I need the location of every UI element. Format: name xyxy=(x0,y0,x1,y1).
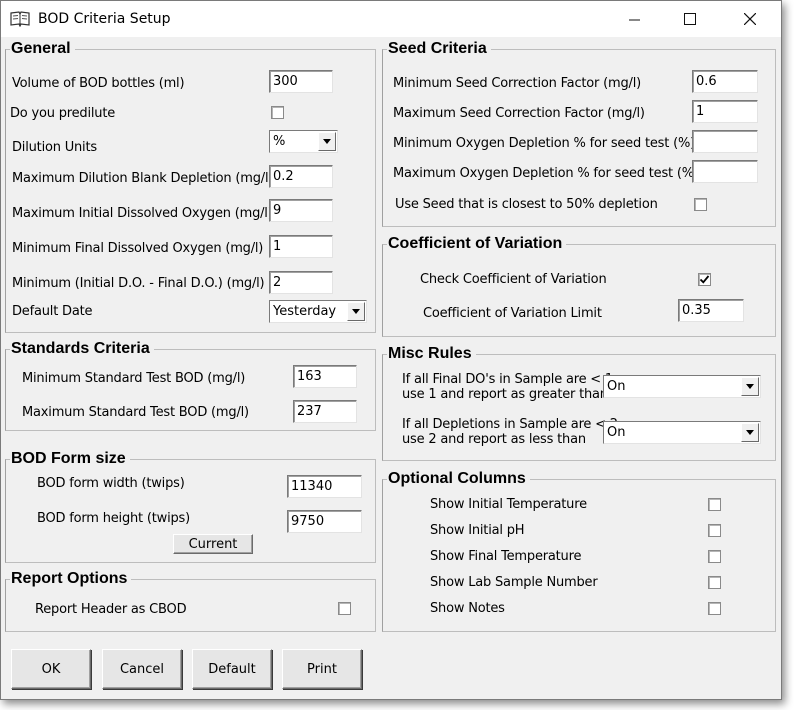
max-initial-do-input[interactable] xyxy=(269,199,333,222)
form-size-group: BOD Form size BOD form width (twips) BOD… xyxy=(5,450,376,563)
header-cbod-checkbox[interactable] xyxy=(338,602,351,615)
predilute-checkbox[interactable] xyxy=(271,106,284,119)
rule1-value: On xyxy=(607,379,626,394)
ok-button[interactable]: OK xyxy=(11,649,91,689)
rule2-line1: If all Depletions in Sample are < 2 xyxy=(402,417,618,432)
misc-group: Misc Rules If all Final DO's in Sample a… xyxy=(382,345,776,461)
form-size-legend: BOD Form size xyxy=(10,450,130,468)
max-standard-input[interactable] xyxy=(293,400,357,423)
rule1-label: If all Final DO's in Sample are < 1 use … xyxy=(402,372,613,402)
optional-legend: Optional Columns xyxy=(387,470,530,488)
dilution-units-label: Dilution Units xyxy=(12,140,97,155)
rule1-line1: If all Final DO's in Sample are < 1 xyxy=(402,372,613,387)
closest-50-checkbox[interactable] xyxy=(694,198,707,211)
max-blank-input[interactable] xyxy=(269,165,333,188)
min-depletion-label: Minimum Oxygen Depletion % for seed test… xyxy=(393,136,695,151)
form-height-label: BOD form height (twips) xyxy=(37,511,190,526)
misc-legend: Misc Rules xyxy=(387,345,476,363)
book-icon xyxy=(10,11,30,27)
min-standard-label: Minimum Standard Test BOD (mg/l) xyxy=(22,371,246,386)
checkmark-icon xyxy=(699,275,710,284)
seed-legend: Seed Criteria xyxy=(387,40,491,58)
default-date-select[interactable]: Yesterday xyxy=(269,300,367,323)
close-button[interactable] xyxy=(727,1,773,37)
default-button[interactable]: Default xyxy=(192,649,272,689)
report-legend: Report Options xyxy=(10,570,132,588)
min-diff-label: Minimum (Initial D.O. - Final D.O.) (mg/… xyxy=(12,276,265,291)
volume-label: Volume of BOD bottles (ml) xyxy=(12,76,185,91)
min-seed-factor-label: Minimum Seed Correction Factor (mg/l) xyxy=(393,76,641,91)
minimize-icon xyxy=(628,19,640,20)
max-depletion-label: Maximum Oxygen Depletion % for seed test… xyxy=(393,166,699,181)
cancel-button[interactable]: Cancel xyxy=(102,649,182,689)
report-group: Report Options Report Header as CBOD xyxy=(5,570,376,632)
optional-item-label: Show Initial pH xyxy=(430,523,525,538)
rule1-select[interactable]: On xyxy=(603,375,761,398)
rule2-select[interactable]: On xyxy=(603,421,761,444)
initial-ph-checkbox[interactable] xyxy=(708,524,721,537)
max-blank-label: Maximum Dilution Blank Depletion (mg/l) xyxy=(12,171,274,186)
maximize-button[interactable] xyxy=(667,1,713,37)
predilute-label: Do you predilute xyxy=(10,106,116,121)
check-cov-label: Check Coefficient of Variation xyxy=(420,272,607,287)
show-notes-checkbox[interactable] xyxy=(708,602,721,615)
rule1-line2: use 1 and report as greater than xyxy=(402,387,608,402)
min-final-do-label: Minimum Final Dissolved Oxygen (mg/l) xyxy=(12,241,264,256)
min-diff-input[interactable] xyxy=(269,271,333,294)
max-seed-factor-input[interactable] xyxy=(692,100,758,123)
cov-legend: Coefficient of Variation xyxy=(387,235,567,253)
max-seed-factor-label: Maximum Seed Correction Factor (mg/l) xyxy=(393,106,645,121)
optional-item-label: Show Initial Temperature xyxy=(430,497,587,512)
optional-group: Optional Columns Show Initial Temperatur… xyxy=(382,470,776,632)
initial-temperature-checkbox[interactable] xyxy=(708,498,721,511)
min-seed-factor-input[interactable] xyxy=(692,70,758,93)
lab-sample-number-checkbox[interactable] xyxy=(708,576,721,589)
current-button[interactable]: Current xyxy=(173,534,253,554)
general-group: General Volume of BOD bottles (ml) Do yo… xyxy=(5,40,376,333)
chevron-down-icon[interactable] xyxy=(318,132,336,151)
print-button[interactable]: Print xyxy=(282,649,362,689)
chevron-down-icon[interactable] xyxy=(347,302,365,321)
rule2-label: If all Depletions in Sample are < 2 use … xyxy=(402,417,618,447)
max-depletion-input[interactable] xyxy=(692,160,758,183)
general-legend: General xyxy=(10,40,75,58)
min-standard-input[interactable] xyxy=(293,365,357,388)
default-date-label: Default Date xyxy=(12,304,93,319)
final-temperature-checkbox[interactable] xyxy=(708,550,721,563)
chevron-down-icon[interactable] xyxy=(741,377,759,396)
optional-item-label: Show Final Temperature xyxy=(430,549,582,564)
maximize-icon xyxy=(684,13,696,25)
volume-input[interactable] xyxy=(269,70,333,93)
rule2-line2: use 2 and report as less than xyxy=(402,432,586,447)
header-cbod-label: Report Header as CBOD xyxy=(35,602,187,617)
window-title: BOD Criteria Setup xyxy=(38,11,171,27)
standards-group: Standards Criteria Minimum Standard Test… xyxy=(5,340,376,431)
cov-group: Coefficient of Variation Check Coefficie… xyxy=(382,235,776,337)
cov-limit-input[interactable] xyxy=(678,299,744,322)
form-height-input[interactable] xyxy=(287,510,362,533)
max-standard-label: Maximum Standard Test BOD (mg/l) xyxy=(22,405,249,420)
dilution-units-select[interactable]: % xyxy=(269,130,338,153)
min-depletion-input[interactable] xyxy=(692,130,758,153)
cov-limit-label: Coefficient of Variation Limit xyxy=(423,306,602,321)
seed-group: Seed Criteria Minimum Seed Correction Fa… xyxy=(382,40,776,227)
title-bar: BOD Criteria Setup xyxy=(1,1,781,37)
form-width-label: BOD form width (twips) xyxy=(37,476,185,491)
minimize-button[interactable] xyxy=(611,1,657,37)
rule2-value: On xyxy=(607,425,626,440)
form-width-input[interactable] xyxy=(287,475,362,498)
standards-legend: Standards Criteria xyxy=(10,340,154,358)
close-icon xyxy=(744,13,756,25)
dilution-units-value: % xyxy=(273,134,286,149)
default-date-value: Yesterday xyxy=(273,304,337,319)
min-final-do-input[interactable] xyxy=(269,235,333,258)
closest-50-label: Use Seed that is closest to 50% depletio… xyxy=(395,197,658,212)
max-initial-do-label: Maximum Initial Dissolved Oxygen (mg/l) xyxy=(12,206,273,221)
optional-item-label: Show Lab Sample Number xyxy=(430,575,598,590)
chevron-down-icon[interactable] xyxy=(741,423,759,442)
bod-criteria-window: BOD Criteria Setup General Volume of BOD… xyxy=(0,0,782,700)
optional-item-label: Show Notes xyxy=(430,601,505,616)
check-cov-checkbox[interactable] xyxy=(698,273,711,286)
